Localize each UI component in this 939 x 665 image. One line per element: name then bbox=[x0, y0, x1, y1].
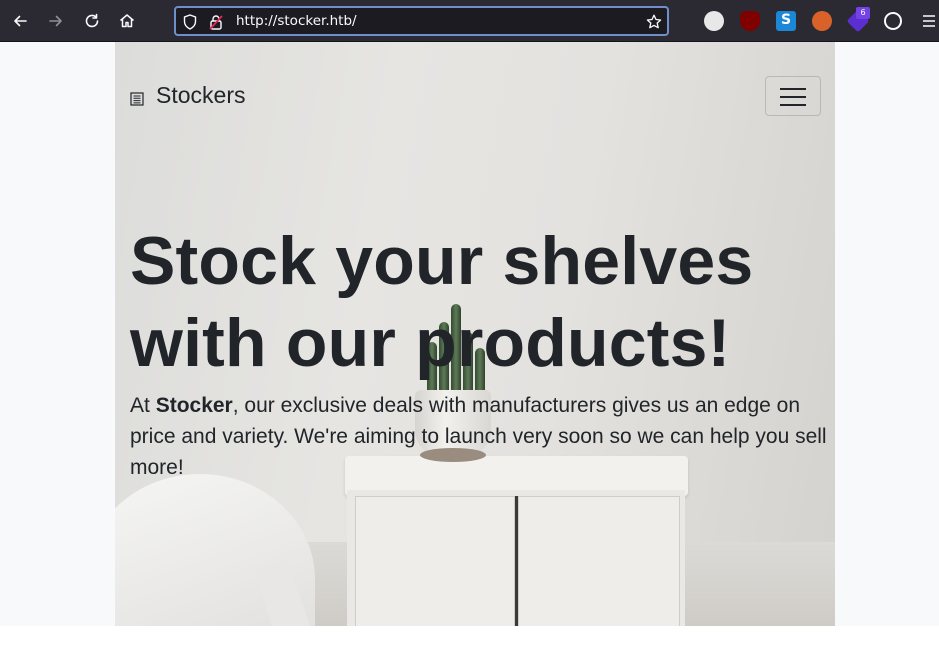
back-button[interactable] bbox=[7, 8, 33, 34]
cabinet-door-right bbox=[518, 496, 680, 626]
headline-line-1: Stock your shelves bbox=[130, 223, 754, 299]
hamburger-icon bbox=[780, 88, 806, 90]
back-icon bbox=[14, 15, 27, 27]
headline-line-2: with our products! bbox=[130, 305, 731, 381]
lead-prefix: At bbox=[130, 394, 156, 417]
menu-button[interactable] bbox=[922, 11, 936, 31]
navbar-brand[interactable]: Stockers bbox=[156, 82, 245, 109]
url-bar[interactable]: http://stocker.htb/ bbox=[174, 6, 669, 36]
cabinet-door-gap bbox=[515, 496, 518, 626]
page-body: Stockers Stock your shelves with our pro… bbox=[0, 42, 939, 626]
reload-icon bbox=[85, 13, 99, 28]
cabinet-door-left bbox=[355, 496, 515, 626]
extension-badge: 6 bbox=[856, 7, 870, 19]
hero-section: Stockers Stock your shelves with our pro… bbox=[115, 42, 835, 626]
hamburger-icon-line bbox=[780, 104, 806, 106]
foxyproxy-icon[interactable] bbox=[812, 11, 832, 31]
cookie-icon[interactable] bbox=[884, 12, 902, 30]
ublock-icon[interactable] bbox=[740, 11, 760, 31]
insecure-lock-icon[interactable] bbox=[207, 13, 225, 31]
forward-button[interactable] bbox=[43, 8, 69, 34]
url-text[interactable]: http://stocker.htb/ bbox=[236, 13, 357, 29]
shield-icon[interactable] bbox=[181, 13, 199, 31]
s-extension-icon[interactable]: S bbox=[776, 11, 796, 31]
hamburger-icon-line bbox=[780, 96, 806, 98]
bookmark-star-icon[interactable] bbox=[645, 13, 663, 31]
hackbar-icon[interactable] bbox=[704, 11, 724, 31]
lead-rest: , our exclusive deals with manufacturers… bbox=[130, 394, 827, 479]
browser-toolbar: http://stocker.htb/ S 6 bbox=[0, 0, 939, 42]
lead-brand-name: Stocker bbox=[155, 394, 233, 417]
menu-icon bbox=[923, 15, 935, 27]
reload-button[interactable] bbox=[79, 8, 105, 34]
hero-lead-text: At Stocker, our exclusive deals with man… bbox=[130, 390, 830, 483]
page-below-fold bbox=[0, 626, 939, 665]
home-icon bbox=[120, 14, 134, 28]
navbar-toggler-button[interactable] bbox=[765, 76, 821, 116]
forward-icon bbox=[49, 15, 62, 27]
hero-headline: Stock your shelves with our products! bbox=[130, 220, 820, 384]
newspaper-icon bbox=[130, 92, 144, 106]
home-button[interactable] bbox=[114, 8, 140, 34]
